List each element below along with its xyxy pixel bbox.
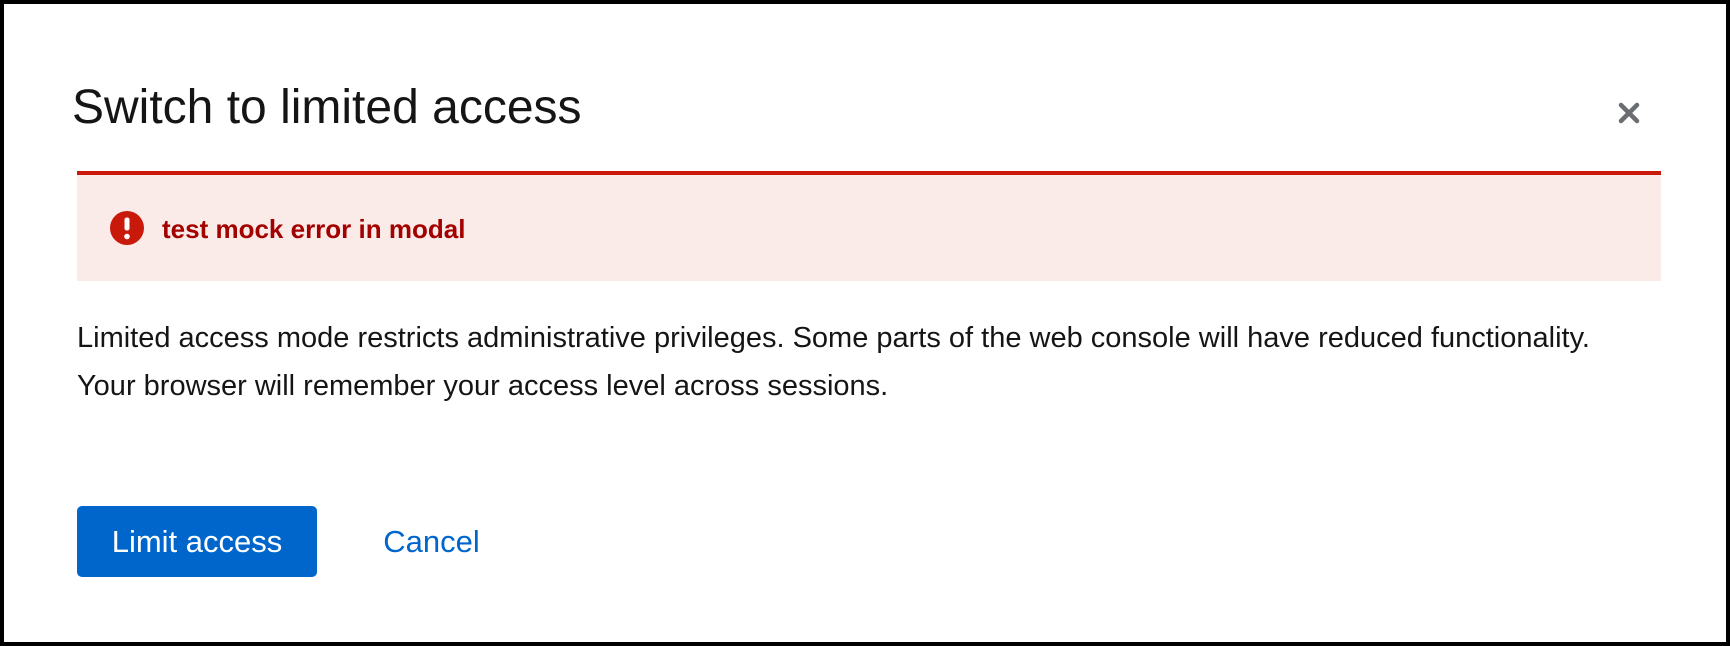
close-icon: [1607, 91, 1651, 135]
alert-message: test mock error in modal: [162, 214, 466, 244]
modal-title: Switch to limited access: [72, 81, 582, 134]
exclamation-circle-icon: [109, 210, 145, 246]
limited-access-modal: Switch to limited access test mock error…: [0, 0, 1730, 646]
body-paragraph-remember: Your browser will remember your access l…: [77, 370, 889, 402]
limit-access-button[interactable]: Limit access: [77, 506, 317, 577]
modal-body: Limited access mode restricts administra…: [77, 314, 1637, 410]
close-button[interactable]: [1607, 91, 1651, 135]
body-paragraph-restrictions: Limited access mode restricts administra…: [77, 322, 1590, 354]
danger-alert: test mock error in modal: [77, 171, 1661, 281]
cancel-button[interactable]: Cancel: [364, 506, 499, 577]
